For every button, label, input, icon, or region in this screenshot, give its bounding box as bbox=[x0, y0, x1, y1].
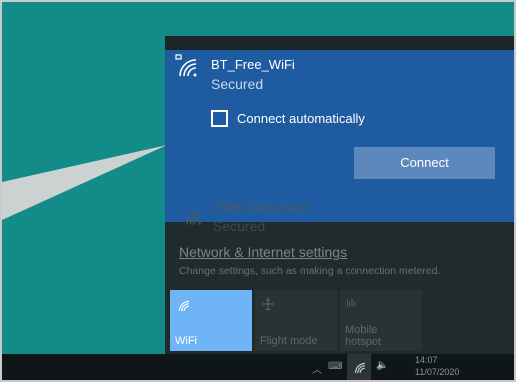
secured-wifi-icon bbox=[175, 54, 197, 77]
wifi-icon bbox=[354, 362, 365, 373]
quick-action-flight-mode[interactable]: Flight mode bbox=[255, 290, 337, 351]
taskbar: ︿ ⌨ 🔈 14:07 11/07/2020 bbox=[2, 354, 514, 380]
chevron-up-icon[interactable]: ︿ bbox=[312, 361, 322, 376]
quick-action-mobile-hotspot[interactable]: Mobile hotspot bbox=[340, 290, 422, 351]
connect-button[interactable]: Connect bbox=[354, 147, 495, 179]
volume-icon[interactable]: 🔈 bbox=[376, 360, 388, 371]
connect-automatically-checkbox[interactable] bbox=[211, 110, 228, 127]
wifi-icon bbox=[178, 300, 189, 311]
hotspot-label-line1: Mobile bbox=[345, 324, 378, 336]
hotspot-label-line2: hotspot bbox=[345, 336, 382, 348]
callout-pointer bbox=[2, 145, 167, 220]
network-settings-hint: Change settings, such as making a connec… bbox=[179, 265, 441, 277]
connect-automatically-label: Connect automatically bbox=[237, 111, 365, 126]
network-ssid-other[interactable]: UWE Authorised bbox=[213, 200, 308, 215]
hotspot-icon bbox=[346, 298, 355, 307]
screenshot-frame: BT_Free_WiFi Secured Connect automatical… bbox=[0, 0, 516, 382]
taskbar-date: 11/07/2020 bbox=[415, 367, 460, 377]
taskbar-clock[interactable]: 14:07 11/07/2020 bbox=[415, 354, 459, 378]
flyout-top-strip bbox=[165, 36, 514, 50]
quick-action-label: WiFi bbox=[175, 335, 197, 347]
quick-action-wifi[interactable]: WiFi bbox=[170, 290, 252, 351]
quick-action-label: Mobile hotspot bbox=[345, 324, 381, 348]
network-ssid-selected: BT_Free_WiFi bbox=[211, 57, 295, 72]
quick-action-label: Flight mode bbox=[260, 335, 318, 347]
network-settings-link[interactable]: Network & Internet settings bbox=[179, 244, 347, 260]
network-tray-button[interactable] bbox=[347, 354, 371, 380]
network-status-other: Secured bbox=[213, 218, 266, 234]
wifi-icon bbox=[186, 210, 201, 225]
taskbar-time: 14:07 bbox=[415, 355, 438, 365]
system-tray-icon[interactable]: ⌨ bbox=[328, 361, 342, 372]
network-status-selected: Secured bbox=[211, 76, 264, 92]
airplane-icon bbox=[262, 297, 274, 311]
